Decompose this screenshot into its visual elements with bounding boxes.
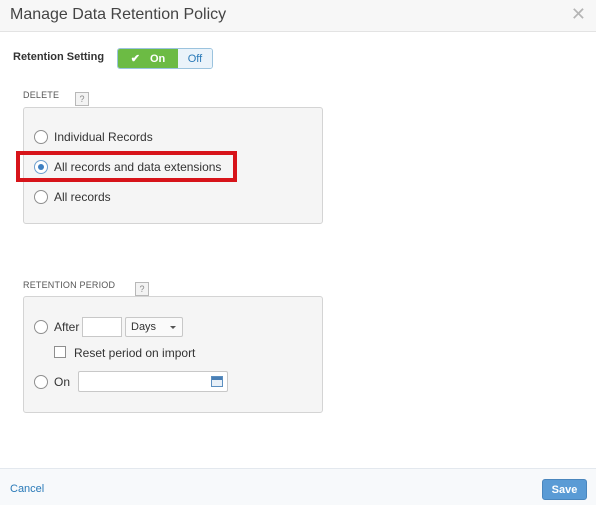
toggle-off-label: Off [187,52,203,65]
calendar-icon[interactable] [211,376,223,387]
retention-setting-label: Retention Setting [13,51,105,63]
date-input[interactable] [78,371,228,392]
radio-all-records[interactable] [34,190,48,204]
radio-individual-records[interactable] [34,130,48,144]
after-label: After [54,320,80,334]
dialog-title: Manage Data Retention Policy [10,6,227,23]
retention-toggle[interactable]: ✔ On Off [117,48,213,69]
highlight-annotation [16,151,237,182]
toggle-on[interactable]: ✔ On [118,49,178,68]
option-label-individual-records: Individual Records [54,130,153,144]
retention-period-label: RETENTION PERIOD [23,280,116,290]
after-number-input[interactable] [82,317,122,337]
chevron-down-icon [170,326,176,329]
option-label-all-records: All records [54,190,111,204]
toggle-on-label: On [149,52,166,65]
reset-period-checkbox[interactable] [54,346,66,358]
dialog-header: Manage Data Retention Policy ✕ [0,0,596,32]
on-date-label: On [54,375,71,389]
help-icon[interactable]: ? [135,282,149,296]
unit-select-value: Days [131,321,157,333]
cancel-link[interactable]: Cancel [10,483,44,495]
close-icon[interactable]: ✕ [571,4,586,25]
help-icon[interactable]: ? [75,92,89,106]
save-button[interactable]: Save [542,479,587,500]
check-icon: ✔ [130,53,140,65]
radio-on-date[interactable] [34,375,48,389]
dialog-footer: Cancel Save [0,468,596,505]
radio-after[interactable] [34,320,48,334]
unit-select[interactable]: Days [125,317,183,337]
toggle-off[interactable]: Off [178,49,212,68]
delete-section-label: DELETE [23,90,60,100]
reset-period-label: Reset period on import [74,346,196,360]
